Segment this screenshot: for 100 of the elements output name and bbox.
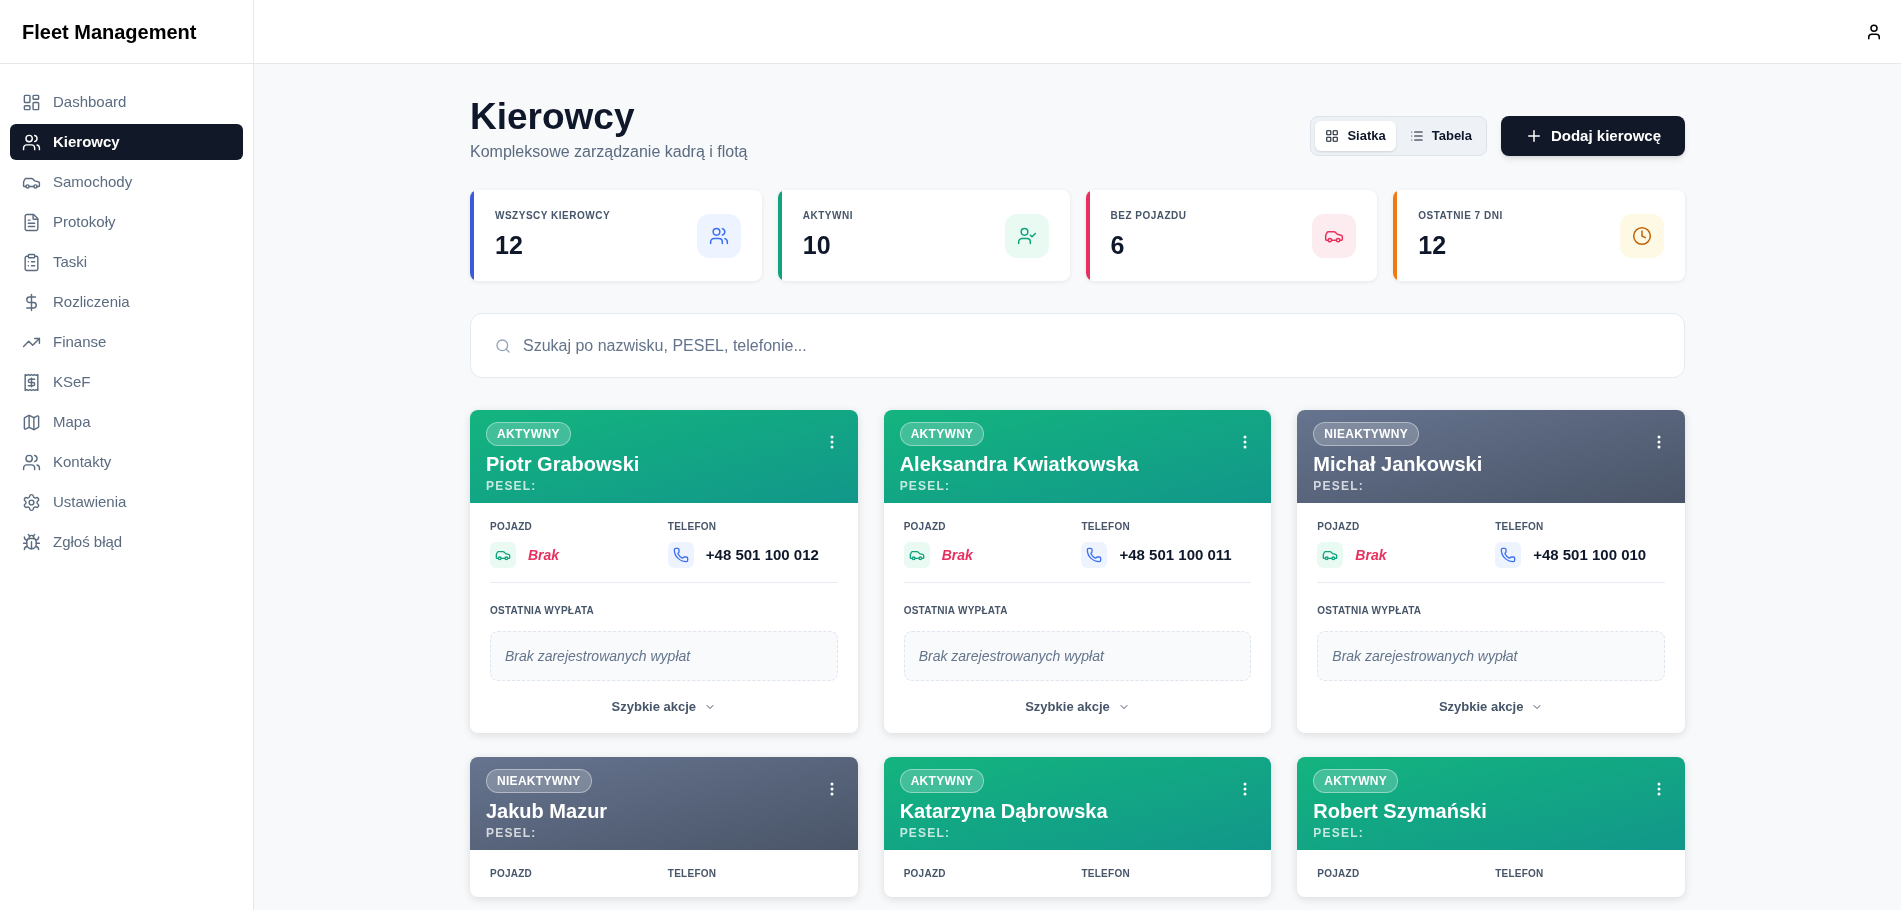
dashboard-icon bbox=[22, 92, 41, 112]
sidebar-item[interactable]: Rozliczenia bbox=[10, 284, 243, 320]
add-driver-button[interactable]: Dodaj kierowcę bbox=[1500, 116, 1685, 156]
search-field[interactable]: Szukaj po nazwisku, PESEL, telefonie... bbox=[470, 313, 1685, 379]
driver-name: Michał Jankowski bbox=[1313, 452, 1483, 478]
phone-icon bbox=[1495, 542, 1522, 569]
sidebar-item[interactable]: Protokoły bbox=[10, 204, 243, 240]
stat-value: 10 bbox=[802, 229, 832, 261]
field-label: POJAZD bbox=[903, 866, 947, 881]
pesel-label: PESEL: bbox=[486, 478, 537, 496]
users-icon bbox=[22, 132, 41, 152]
view-toggle-option[interactable]: Tabela bbox=[1399, 121, 1482, 151]
sidebar-item[interactable]: KSeF bbox=[10, 364, 243, 400]
pesel-label: PESEL: bbox=[1313, 824, 1364, 842]
stat-value: 12 bbox=[1418, 229, 1448, 261]
field-label: OSTATNIA WYPŁATA bbox=[903, 605, 1008, 617]
list-icon bbox=[1409, 129, 1424, 143]
sidebar-item[interactable]: Finanse bbox=[10, 324, 243, 360]
empty-payout-message: Brak zarejestrowanych wypłat bbox=[918, 648, 1104, 665]
status-badge: AKTYWNY bbox=[486, 422, 571, 447]
sidebar-item[interactable]: Ustawienia bbox=[10, 484, 243, 520]
more-vertical-icon bbox=[1243, 781, 1248, 796]
field-label: TELEFON bbox=[1081, 866, 1131, 881]
receipt-icon bbox=[22, 372, 41, 392]
field-label: POJAZD bbox=[1317, 520, 1361, 535]
pesel-label: PESEL: bbox=[899, 824, 951, 842]
map-icon bbox=[22, 412, 41, 432]
driver-name: Piotr Grabowski bbox=[486, 452, 640, 478]
sidebar-item[interactable]: Samochody bbox=[10, 164, 243, 200]
phone-icon bbox=[1081, 542, 1108, 569]
page-subtitle: Kompleksowe zarządzanie kadrą i flotą bbox=[470, 142, 748, 163]
more-vertical-icon bbox=[1243, 435, 1248, 450]
field-label: TELEFON bbox=[1495, 520, 1545, 535]
field-label: POJAZD bbox=[903, 520, 947, 535]
driver-name: Jakub Mazur bbox=[486, 798, 608, 824]
user-check-icon bbox=[1016, 225, 1037, 246]
vehicle-value: Brak bbox=[528, 545, 560, 565]
clipboard-icon bbox=[22, 252, 41, 272]
field-label: TELEFON bbox=[1495, 866, 1545, 881]
more-vertical-icon bbox=[829, 435, 834, 450]
more-vertical-icon bbox=[1657, 435, 1661, 450]
sidebar-item[interactable]: Taski bbox=[10, 244, 243, 280]
status-badge: AKTYWNY bbox=[899, 768, 985, 793]
status-badge: NIEAKTYWNY bbox=[1313, 422, 1419, 447]
stat-label: BEZ POJAZDU bbox=[1110, 208, 1187, 223]
stat-label: WSZYSCY KIEROWCY bbox=[495, 208, 611, 223]
sidebar-item[interactable]: Kontakty bbox=[10, 444, 243, 480]
pesel-label: PESEL: bbox=[486, 824, 537, 842]
car-icon bbox=[490, 542, 516, 569]
users-icon bbox=[708, 225, 729, 246]
phone-value: +48 501 100 012 bbox=[705, 545, 819, 565]
clock-icon bbox=[1632, 225, 1652, 246]
sidebar-item[interactable]: Kierowcy bbox=[10, 124, 243, 160]
vehicle-value: Brak bbox=[941, 545, 973, 565]
more-vertical-icon bbox=[829, 781, 834, 796]
field-label: POJAZD bbox=[1317, 866, 1361, 881]
status-badge: AKTYWNY bbox=[899, 422, 985, 447]
stat-label: AKTYWNI bbox=[802, 208, 853, 223]
page-title: Kierowcy bbox=[470, 95, 636, 139]
vehicle-value: Brak bbox=[1355, 545, 1387, 565]
view-toggle-option[interactable]: Siatka bbox=[1315, 121, 1396, 151]
sidebar-item[interactable]: Dashboard bbox=[10, 84, 243, 120]
phone-icon bbox=[667, 542, 694, 569]
quick-actions-button[interactable]: Szybkie akcje bbox=[611, 697, 717, 717]
field-label: OSTATNIA WYPŁATA bbox=[490, 605, 594, 617]
car-icon bbox=[1317, 542, 1344, 569]
car-icon bbox=[903, 542, 930, 569]
search-icon bbox=[495, 337, 511, 354]
user-icon bbox=[1865, 22, 1883, 41]
stat-value: 12 bbox=[495, 229, 524, 261]
field-label: OSTATNIA WYPŁATA bbox=[1317, 605, 1422, 617]
status-badge: NIEAKTYWNY bbox=[486, 768, 592, 793]
sidebar-item[interactable]: Mapa bbox=[10, 404, 243, 440]
status-badge: AKTYWNY bbox=[1313, 768, 1399, 793]
bug-icon bbox=[22, 532, 41, 552]
field-label: TELEFON bbox=[667, 520, 718, 535]
quick-actions-button[interactable]: Szybkie akcje bbox=[1025, 697, 1130, 717]
grid-icon bbox=[1325, 129, 1340, 143]
driver-name: Robert Szymański bbox=[1313, 798, 1487, 824]
phone-value: +48 501 100 011 bbox=[1119, 545, 1232, 565]
driver-name: Aleksandra Kwiatkowska bbox=[899, 452, 1139, 478]
sidebar-item[interactable]: Zgłoś błąd bbox=[10, 524, 243, 560]
more-vertical-icon bbox=[1657, 781, 1661, 796]
app-title: Fleet Management bbox=[22, 19, 197, 45]
empty-payout-message: Brak zarejestrowanych wypłat bbox=[505, 648, 691, 665]
driver-name: Katarzyna Dąbrowska bbox=[899, 798, 1108, 824]
field-label: POJAZD bbox=[490, 520, 534, 535]
phone-value: +48 501 100 010 bbox=[1533, 545, 1647, 565]
pesel-label: PESEL: bbox=[899, 478, 951, 496]
pesel-label: PESEL: bbox=[1313, 478, 1364, 496]
stat-label: OSTATNIE 7 DNI bbox=[1418, 208, 1503, 223]
settings-icon bbox=[22, 492, 41, 512]
document-icon bbox=[22, 212, 41, 232]
quick-actions-button[interactable]: Szybkie akcje bbox=[1438, 697, 1544, 717]
empty-payout-message: Brak zarejestrowanych wypłat bbox=[1332, 648, 1518, 665]
stat-value: 6 bbox=[1110, 229, 1126, 261]
users-icon bbox=[22, 452, 41, 472]
field-label: TELEFON bbox=[667, 866, 718, 881]
field-label: TELEFON bbox=[1081, 520, 1131, 535]
search-input[interactable]: Szukaj po nazwisku, PESEL, telefonie... bbox=[523, 333, 1660, 358]
